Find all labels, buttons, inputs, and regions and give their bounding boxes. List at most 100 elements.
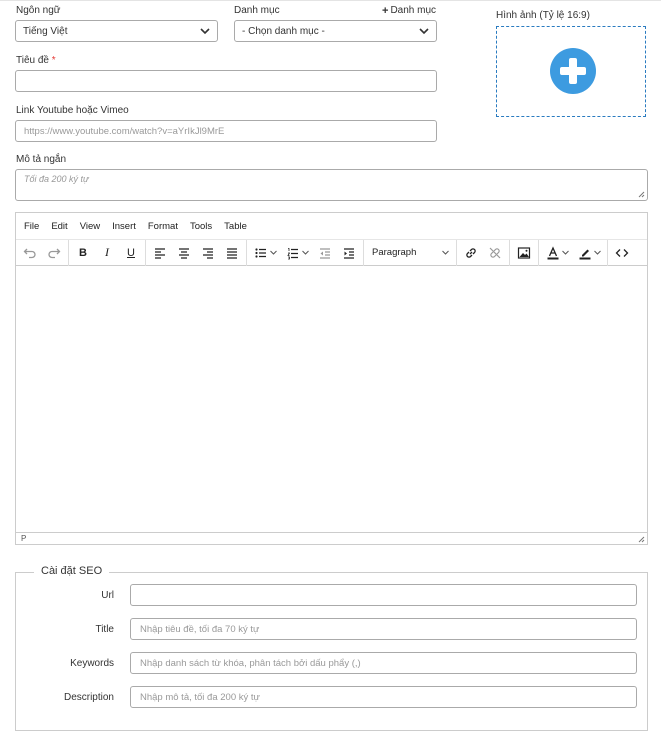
seo-url-label: Url — [101, 590, 114, 601]
seo-keywords-input[interactable]: Nhập danh sách từ khóa, phân tách bởi dấ… — [130, 652, 637, 674]
editor-menubar: File Edit View Insert Format Tools Table — [16, 213, 647, 240]
summary-textarea[interactable]: Tối đa 200 ký tự — [15, 169, 648, 201]
chevron-down-icon[interactable] — [593, 248, 602, 257]
undo-icon — [23, 248, 36, 258]
undo-button[interactable] — [18, 242, 42, 264]
underline-button[interactable]: U — [119, 242, 143, 264]
toolbar-separator — [607, 239, 608, 266]
text-color-icon — [547, 245, 559, 259]
language-select-value: Tiếng Việt — [23, 25, 68, 37]
toolbar-separator — [538, 239, 539, 266]
summary-label: Mô tả ngắn — [16, 154, 67, 165]
block-format-select[interactable]: Paragraph — [366, 247, 454, 258]
menu-edit[interactable]: Edit — [51, 221, 67, 232]
menu-insert[interactable]: Insert — [112, 221, 136, 232]
indent-button[interactable] — [337, 242, 361, 264]
link-button[interactable] — [459, 242, 483, 264]
title-label-text: Tiêu đề — [16, 55, 49, 66]
resize-grip-icon[interactable] — [638, 191, 645, 198]
chevron-down-icon — [200, 28, 210, 35]
category-select-value: - Chọn danh mục - — [242, 25, 325, 37]
video-link-placeholder: https://www.youtube.com/watch?v=aYrIkJl9… — [24, 125, 225, 137]
highlight-icon — [579, 249, 591, 259]
bold-button[interactable]: B — [71, 242, 95, 264]
toolbar-separator — [246, 239, 247, 266]
seo-url-input[interactable] — [130, 584, 637, 606]
editor-toolbar: B I U Paragraph — [16, 239, 647, 266]
menu-file[interactable]: File — [24, 221, 39, 232]
bold-icon: B — [79, 246, 87, 259]
title-input[interactable] — [15, 70, 437, 92]
align-justify-button[interactable] — [220, 242, 244, 264]
align-left-button[interactable] — [148, 242, 172, 264]
numbered-list-icon — [287, 247, 298, 259]
video-link-label: Link Youtube hoặc Vimeo — [16, 105, 129, 116]
outdent-icon — [320, 247, 330, 259]
toolbar-separator — [456, 239, 457, 266]
source-code-icon — [615, 248, 629, 257]
element-path[interactable]: P — [21, 534, 26, 543]
rich-text-editor: File Edit View Insert Format Tools Table… — [15, 212, 648, 545]
category-select[interactable]: - Chọn danh mục - — [234, 20, 437, 42]
add-image-icon[interactable] — [550, 48, 596, 94]
chevron-down-icon — [442, 250, 449, 255]
insert-image-button[interactable] — [512, 242, 536, 264]
seo-keywords-label: Keywords — [70, 658, 114, 669]
toolbar-separator — [68, 239, 69, 266]
menu-table[interactable]: Table — [224, 221, 247, 232]
seo-legend: Cài đặt SEO — [34, 565, 110, 577]
align-left-icon — [155, 247, 165, 259]
seo-title-input[interactable]: Nhập tiêu đề, tối đa 70 ký tự — [130, 618, 637, 640]
seo-description-label: Description — [63, 692, 114, 703]
seo-description-placeholder: Nhập mô tả, tối đa 200 ký tự — [140, 691, 260, 703]
unlink-icon — [489, 247, 501, 258]
image-upload-area[interactable] — [496, 26, 646, 117]
indent-icon — [344, 247, 354, 259]
title-label: Tiêu đề * — [16, 55, 56, 66]
add-category-button[interactable]: + Danh mục — [382, 5, 436, 16]
chevron-down-icon[interactable] — [269, 248, 278, 257]
menu-tools[interactable]: Tools — [190, 221, 212, 232]
unlink-button[interactable] — [483, 242, 507, 264]
seo-title-label: Title — [95, 624, 114, 635]
block-format-value: Paragraph — [372, 247, 417, 258]
image-icon — [517, 246, 531, 259]
seo-description-input[interactable]: Nhập mô tả, tối đa 200 ký tự — [130, 686, 637, 708]
resize-grip-icon[interactable] — [638, 536, 645, 543]
align-center-button[interactable] — [172, 242, 196, 264]
align-justify-icon — [227, 247, 237, 259]
language-label: Ngôn ngữ — [16, 5, 61, 16]
source-code-button[interactable] — [610, 242, 634, 264]
category-label: Danh mục — [234, 5, 280, 16]
language-select[interactable]: Tiếng Việt — [15, 20, 218, 42]
seo-title-placeholder: Nhập tiêu đề, tối đa 70 ký tự — [140, 623, 260, 635]
align-center-icon — [179, 247, 189, 259]
seo-keywords-placeholder: Nhập danh sách từ khóa, phân tách bởi dấ… — [140, 657, 361, 669]
underline-icon: U — [127, 246, 135, 259]
link-icon — [466, 247, 476, 258]
outdent-button[interactable] — [313, 242, 337, 264]
chevron-down-icon — [419, 28, 429, 35]
plus-icon: + — [382, 4, 389, 17]
chevron-down-icon[interactable] — [561, 248, 570, 257]
redo-button[interactable] — [42, 242, 66, 264]
video-link-input[interactable]: https://www.youtube.com/watch?v=aYrIkJl9… — [15, 120, 437, 142]
chevron-down-icon[interactable] — [301, 248, 310, 257]
italic-icon: I — [105, 245, 109, 259]
image-label: Hình ảnh (Tỷ lệ 16:9) — [496, 10, 590, 21]
editor-statusbar: P — [16, 532, 647, 544]
bullet-list-icon — [255, 247, 266, 258]
align-right-icon — [203, 247, 213, 259]
toolbar-separator — [145, 239, 146, 266]
redo-icon — [48, 248, 61, 258]
add-category-label: Danh mục — [390, 5, 437, 16]
italic-button[interactable]: I — [95, 242, 119, 264]
menu-view[interactable]: View — [80, 221, 100, 232]
toolbar-separator — [363, 239, 364, 266]
align-right-button[interactable] — [196, 242, 220, 264]
summary-placeholder: Tối đa 200 ký tự — [24, 174, 89, 184]
menu-format[interactable]: Format — [148, 221, 178, 232]
required-mark: * — [51, 55, 56, 66]
top-border — [0, 0, 661, 1]
editor-content-area[interactable] — [16, 266, 647, 532]
